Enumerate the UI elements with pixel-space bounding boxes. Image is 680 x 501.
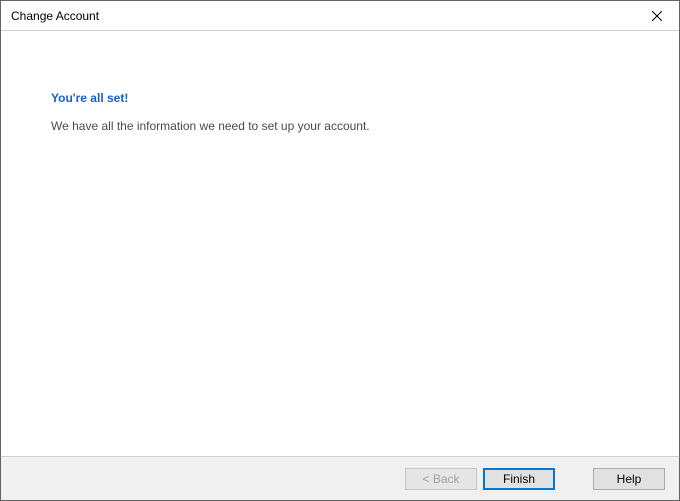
window-title: Change Account <box>11 9 99 23</box>
titlebar: Change Account <box>1 1 679 31</box>
dialog-footer: < Back Finish Help <box>1 456 679 500</box>
back-button: < Back <box>405 468 477 490</box>
headline-text: You're all set! <box>51 91 629 105</box>
help-button[interactable]: Help <box>593 468 665 490</box>
finish-button[interactable]: Finish <box>483 468 555 490</box>
close-button[interactable] <box>634 1 679 30</box>
dialog-content: You're all set! We have all the informat… <box>1 31 679 456</box>
close-icon <box>652 8 662 24</box>
sub-text: We have all the information we need to s… <box>51 119 629 133</box>
